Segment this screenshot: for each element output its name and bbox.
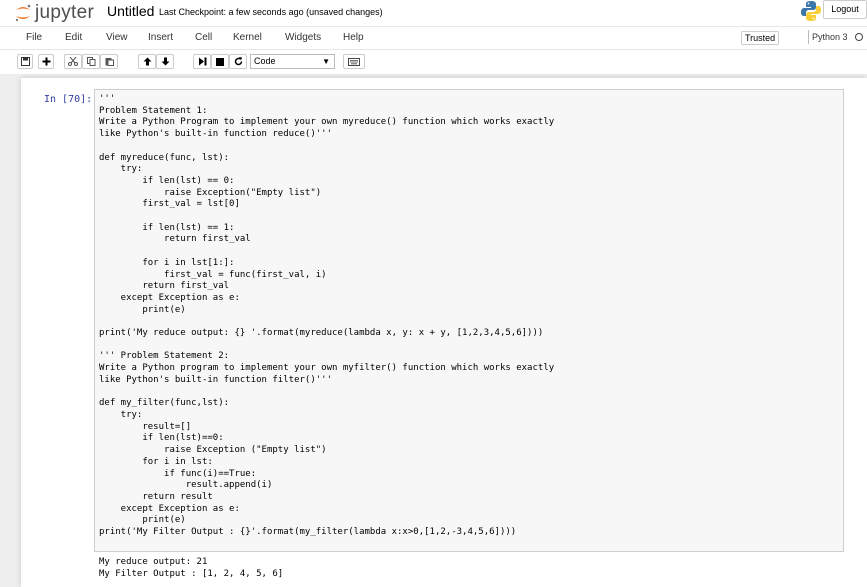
- code-line: like Python's built-in function filter()…: [99, 374, 332, 385]
- kernel-separator: [808, 30, 809, 44]
- copy-icon: [86, 57, 95, 66]
- cell-type-value: Code: [254, 56, 276, 66]
- insert-cell-button[interactable]: [38, 54, 54, 69]
- arrow-down-icon: [161, 57, 169, 66]
- command-palette-button[interactable]: [343, 54, 365, 69]
- code-line: raise Exception ("Empty list"): [99, 445, 327, 456]
- cut-button[interactable]: [64, 54, 82, 69]
- cell-type-select[interactable]: Code ▼: [250, 54, 335, 69]
- code-line: if func(i)==True:: [99, 468, 257, 479]
- copy-button[interactable]: [82, 54, 100, 69]
- input-prompt: In [70]:: [44, 94, 93, 105]
- code-line: if len(lst) == 1:: [99, 222, 235, 233]
- stop-icon: [216, 57, 224, 66]
- menu-file[interactable]: File: [26, 32, 42, 43]
- run-button[interactable]: [193, 54, 211, 69]
- code-line: except Exception as e:: [99, 503, 240, 514]
- code-line: Problem Statement 1:: [99, 105, 208, 116]
- logout-button[interactable]: Logout: [823, 0, 867, 19]
- refresh-icon: [234, 57, 242, 66]
- menubar: File Edit View Insert Cell Kernel Widget…: [0, 26, 867, 50]
- code-line: return result: [99, 491, 213, 502]
- menu-kernel[interactable]: Kernel: [233, 32, 262, 43]
- toolbar: Code ▼: [0, 50, 867, 74]
- notebook-container: In [70]: ''' Problem Statement 1: Write a …: [21, 78, 867, 587]
- code-line: return first_val: [99, 234, 251, 245]
- code-line: result.append(i): [99, 480, 273, 491]
- code-line: ''' Problem Statement 2:: [99, 351, 230, 362]
- menu-widgets[interactable]: Widgets: [285, 32, 321, 43]
- step-forward-icon: [198, 57, 206, 66]
- code-line: first_val = func(first_val, i): [99, 269, 327, 280]
- move-down-button[interactable]: [156, 54, 174, 69]
- jupyter-logo[interactable]: jupyter: [14, 2, 94, 24]
- output-line: My reduce output: 21: [99, 557, 208, 567]
- notebook-title[interactable]: Untitled: [107, 3, 154, 19]
- save-icon: [20, 57, 30, 66]
- paste-button[interactable]: [100, 54, 118, 69]
- code-line: first_val = lst[0]: [99, 199, 240, 210]
- keyboard-icon: [348, 57, 360, 66]
- cell-output: My reduce output: 21 My Filter Output : […: [99, 557, 283, 580]
- code-line: result=[]: [99, 421, 192, 432]
- arrow-up-icon: [143, 57, 151, 66]
- save-button[interactable]: [17, 54, 33, 69]
- code-line: print('My Filter Output : {}'.format(my_…: [99, 527, 517, 538]
- code-line: print(e): [99, 515, 186, 526]
- code-line: print(e): [99, 304, 186, 315]
- code-line: for i in lst:: [99, 456, 213, 467]
- header: jupyter Untitled Last Checkpoint: a few …: [0, 0, 867, 26]
- code-line: if len(lst) == 0:: [99, 175, 235, 186]
- trusted-indicator[interactable]: Trusted: [741, 31, 780, 45]
- menu-edit[interactable]: Edit: [65, 32, 82, 43]
- kernel-name[interactable]: Python 3: [812, 32, 848, 42]
- code-line: Write a Python Program to implement your…: [99, 117, 555, 128]
- code-line: return first_val: [99, 281, 230, 292]
- plus-icon: [42, 57, 50, 66]
- logo-text: jupyter: [35, 2, 95, 23]
- output-line: My Filter Output : [1, 2, 4, 5, 6]: [99, 568, 284, 579]
- code-line: def my_filter(func,lst):: [99, 398, 230, 409]
- checkpoint-status: Last Checkpoint: a few seconds ago (unsa…: [159, 7, 383, 17]
- menu-help[interactable]: Help: [343, 32, 364, 43]
- code-line: Write a Python program to implement your…: [99, 363, 555, 374]
- code-line: def myreduce(func, lst):: [99, 152, 230, 163]
- python-logo-icon: [801, 1, 821, 21]
- code-line: for i in lst[1:]:: [99, 257, 235, 268]
- code-line: try:: [99, 409, 143, 420]
- jupyter-logo-icon: [15, 4, 31, 22]
- menu-view[interactable]: View: [106, 32, 128, 43]
- code-line: raise Exception("Empty list"): [99, 187, 322, 198]
- code-line: ''': [99, 94, 116, 104]
- chevron-down-icon: ▼: [322, 57, 330, 66]
- scissors-icon: [68, 57, 78, 66]
- code-line: if len(lst)==0:: [99, 433, 224, 444]
- code-line: print('My reduce output: {} '.format(myr…: [99, 328, 544, 339]
- code-editor[interactable]: ''' Problem Statement 1: Write a Python Pr…: [99, 94, 554, 539]
- menu-insert[interactable]: Insert: [148, 32, 173, 43]
- code-line: except Exception as e:: [99, 292, 240, 303]
- code-line: like Python's built-in function reduce()…: [99, 129, 332, 140]
- restart-button[interactable]: [229, 54, 247, 69]
- paste-icon: [105, 58, 114, 66]
- code-cell-input[interactable]: ''' Problem Statement 1: Write a Python Pr…: [94, 89, 844, 552]
- code-line: try:: [99, 164, 143, 175]
- move-up-button[interactable]: [138, 54, 156, 69]
- interrupt-button[interactable]: [211, 54, 229, 69]
- menu-cell[interactable]: Cell: [195, 32, 212, 43]
- kernel-idle-icon: [855, 33, 863, 41]
